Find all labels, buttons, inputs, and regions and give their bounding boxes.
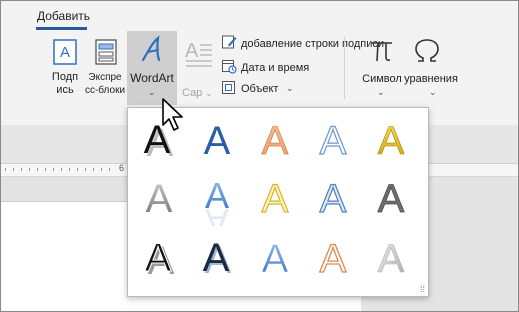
wordart-style-orange-fill-light[interactable]: A [244,110,304,168]
svg-text:A: A [262,119,289,163]
mouse-pointer-icon [161,97,189,133]
ruler-tick [101,168,102,171]
wordart-style-blue-outline-light[interactable]: A [302,168,362,226]
quick-parts-label: Экспре сс-блоки [84,72,126,96]
tab-insert[interactable]: Добавить [37,9,90,23]
ruler-tick [37,168,38,171]
ruler-tick [29,168,30,171]
ruler-marker: 6 [119,163,125,173]
svg-text:A: A [378,177,405,221]
object-icon[interactable] [221,80,237,96]
svg-text:A: A [145,236,172,280]
svg-text:A: A [205,201,229,226]
ruler-tick [45,168,46,171]
wordart-style-blue-outline[interactable]: A [302,110,362,168]
svg-text:A: A [378,119,405,163]
ruler-tick [21,168,22,171]
ruler-tick [77,168,78,171]
svg-text:A: A [146,177,173,221]
ruler-tick [53,168,54,171]
svg-text:A: A [185,40,199,62]
date-time-button[interactable]: Дата и время [241,62,309,74]
wordart-style-gray-gradient[interactable]: A [128,168,188,226]
svg-text:A: A [320,177,347,221]
ruler-tick [69,168,70,171]
drop-cap-chevron-down-icon: ⌄ [205,88,213,98]
tab-active-indicator [36,27,87,30]
signature-line-icon[interactable]: A [51,38,79,66]
svg-text:A: A [60,44,70,61]
wordart-style-black-fill-white-outline[interactable]: A A [128,228,188,286]
ribbon-group-separator [344,37,345,99]
calendar-clock-icon[interactable] [221,58,237,74]
wordart-style-blue-fill[interactable]: A [186,110,246,168]
svg-text:A: A [262,237,289,281]
window-frame: Добавить A Подп ись Экспре сс-блоки Word… [0,0,519,312]
signature-pen-icon[interactable] [221,34,237,50]
symbol-button-label[interactable]: Символ [357,73,407,86]
equation-button-label[interactable]: уравнения [403,73,459,86]
signature-line-label: Подп ись [51,71,79,96]
svg-text:A: A [203,236,230,280]
svg-text:A: A [378,237,405,281]
wordart-label: WordArt [130,71,174,85]
symbol-chevron-down-icon: ⌄ [377,87,385,97]
ruler-tick [85,168,86,171]
object-button[interactable]: Объект [241,83,278,95]
ruler-tick [61,168,62,171]
wordart-style-gray-bevel[interactable]: A [360,168,420,226]
wordart-style-silver-gradient[interactable]: A [360,228,420,286]
svg-text:A: A [204,119,231,163]
quick-parts-icon[interactable] [93,38,119,66]
ruler-tick [13,168,14,171]
symbol-omega-icon[interactable] [413,37,441,65]
wordart-style-blue-gradient[interactable]: A [244,228,304,286]
wordart-icon [139,35,165,63]
wordart-style-black-fill-blue-outline[interactable]: A A [186,228,246,286]
equation-pi-icon[interactable] [369,37,395,65]
svg-text:A: A [320,119,347,163]
svg-text:A: A [320,237,347,281]
svg-text:A: A [262,177,289,221]
wordart-gallery: A A A A A A A A A A A A A A A A A A A ⁞⁞ [127,107,429,297]
wordart-chevron-down-icon: ⌄ [148,87,156,97]
add-signature-line-button[interactable]: добавление строки подписи [241,38,384,50]
equation-chevron-down-icon: ⌄ [429,87,437,97]
resize-grip-icon[interactable]: ⁞⁞ [420,284,425,294]
ruler-tick [93,168,94,171]
object-chevron-down-icon: ⌄ [286,83,294,93]
wordart-style-orange-outline[interactable]: A [302,228,362,286]
wordart-style-blue-reflection[interactable]: A A [186,168,246,242]
drop-cap-icon: A [184,37,214,71]
wordart-style-gold-outline[interactable]: A [244,168,304,226]
ruler-tick [109,168,110,171]
ruler-tick [5,168,6,171]
wordart-style-gold-fill[interactable]: A [360,110,420,168]
